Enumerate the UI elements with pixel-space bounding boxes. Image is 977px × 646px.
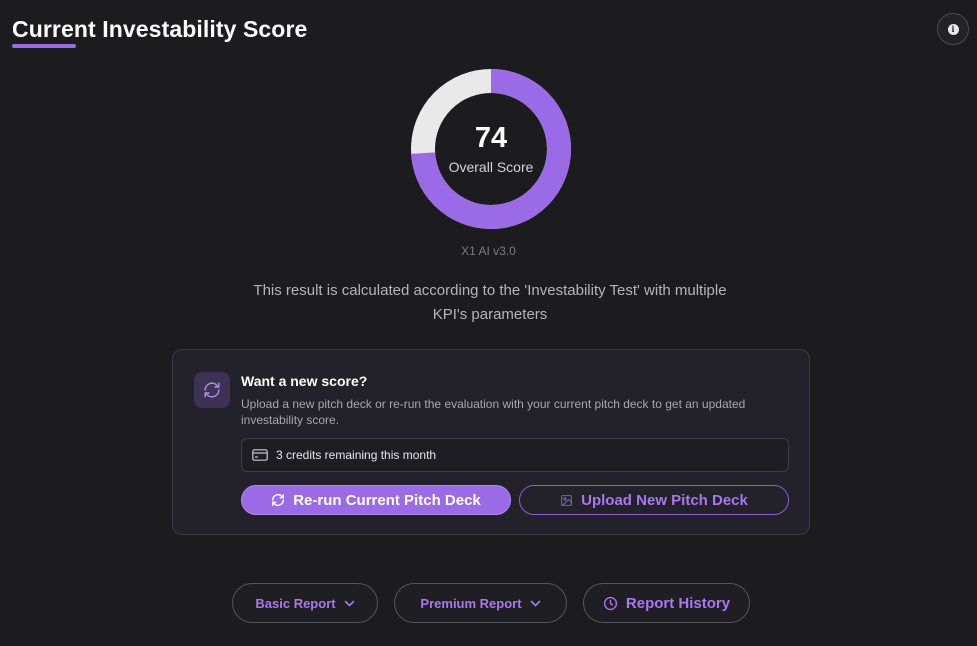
new-score-card: Want a new score? Upload a new pitch dec…	[172, 349, 810, 535]
rerun-pitch-deck-button[interactable]: Re-run Current Pitch Deck	[241, 485, 511, 515]
overall-score-value: 74	[474, 122, 508, 154]
upload-pitch-deck-button[interactable]: Upload New Pitch Deck	[519, 485, 789, 515]
premium-report-dropdown[interactable]: Premium Report	[394, 583, 567, 623]
title-underline	[12, 44, 76, 48]
model-version: X1 AI v3.0	[461, 244, 516, 258]
chevron-down-icon	[344, 600, 354, 606]
basic-report-label: Basic Report	[255, 595, 336, 611]
premium-report-label: Premium Report	[420, 595, 522, 611]
refresh-icon	[272, 494, 285, 506]
chevron-down-icon	[530, 600, 540, 606]
refresh-icon	[194, 372, 230, 408]
card-title: Want a new score?	[241, 373, 368, 389]
overall-score-label: Overall Score	[448, 159, 534, 175]
rerun-label: Re-run Current Pitch Deck	[293, 491, 481, 509]
info-icon: i	[947, 23, 959, 35]
info-button[interactable]: i	[937, 13, 969, 45]
credits-indicator: 3 credits remaining this month	[241, 438, 789, 472]
clock-icon	[603, 596, 618, 610]
basic-report-dropdown[interactable]: Basic Report	[232, 583, 378, 623]
credits-text: 3 credits remaining this month	[276, 448, 437, 462]
page-title: Current Investability Score	[12, 16, 308, 42]
report-history-label: Report History	[625, 594, 731, 612]
card-description: Upload a new pitch deck or re-run the ev…	[241, 397, 746, 427]
report-history-button[interactable]: Report History	[583, 583, 750, 623]
credit-card-icon	[252, 449, 268, 461]
score-description: This result is calculated according to t…	[253, 282, 727, 323]
upload-label: Upload New Pitch Deck	[581, 491, 748, 509]
image-icon	[561, 494, 573, 506]
